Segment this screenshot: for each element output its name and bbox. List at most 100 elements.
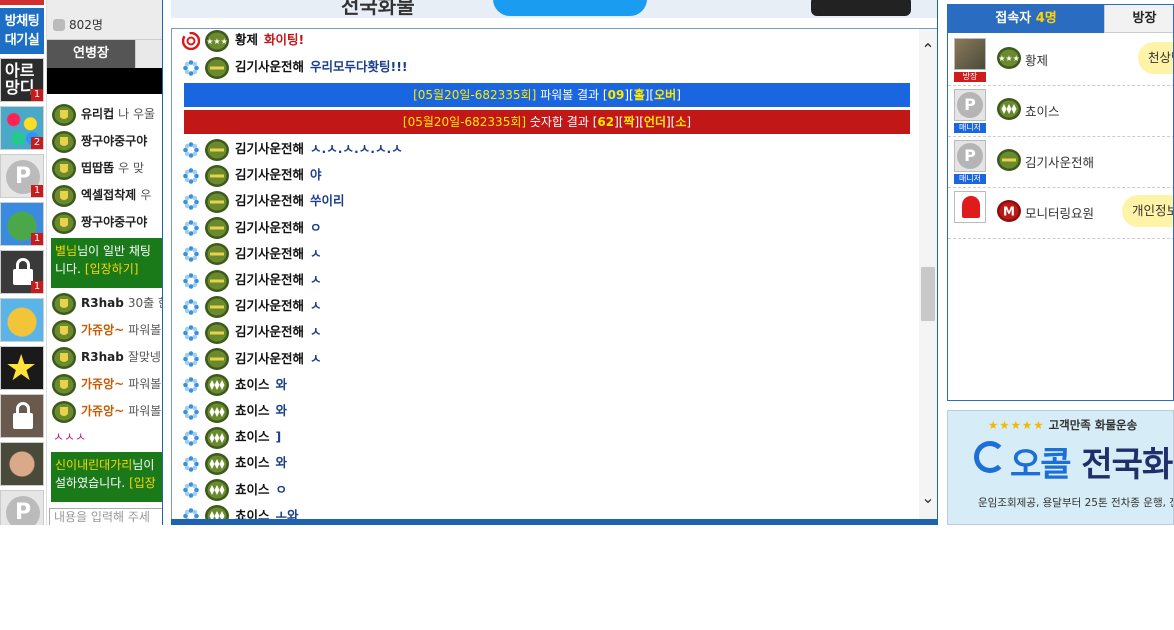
top-ad-banner[interactable]: 전국화물 bbox=[171, 0, 937, 18]
swirl-icon bbox=[182, 31, 200, 50]
chat-message-nick[interactable]: 쵸이스 bbox=[235, 403, 270, 418]
lobby-chat-input[interactable]: 내용을 입력해 주세 bbox=[49, 508, 162, 525]
chat-message-nick[interactable]: 쵸이스 bbox=[235, 455, 270, 470]
room-thumb-badge: 1 bbox=[31, 281, 43, 293]
sum-value-4: 소 bbox=[675, 115, 687, 129]
rank-avatar-icon bbox=[52, 157, 76, 180]
chat-message-nick[interactable]: 김기사운전해 bbox=[235, 141, 304, 156]
users-panel: 접속자 4명 방장 방장★★★황제천상병P매니저쵸이스P매니저김기사운전해M모니… bbox=[947, 4, 1174, 401]
waiting-room-label-line1: 방채팅 bbox=[4, 14, 40, 29]
chat-scrollbar[interactable]: ⌃ ⌄ bbox=[919, 29, 937, 519]
main-chat-panel: 전국화물 [05월20일-682335회] 파워볼 결과 [09][홀][오버]… bbox=[162, 0, 938, 525]
chat-message-row: 김기사운전해 ㅇ bbox=[182, 216, 322, 240]
chat-message-row: 김기사운전해 ㅅ bbox=[182, 320, 322, 344]
user-row[interactable]: P 매니저 쵸이스 bbox=[948, 87, 1173, 137]
room-thumb-arrow[interactable]: 아르 망디 1 bbox=[0, 58, 44, 102]
chat-message-row: 쵸이스 와 bbox=[182, 399, 287, 423]
ad-tagline: ★★★★★ 고객만족 화물운송 bbox=[988, 417, 1137, 433]
room-thumb-duck[interactable] bbox=[0, 298, 44, 342]
ad-title-part2: 전국화 bbox=[1081, 445, 1173, 485]
user-status-bubble: 천상병 bbox=[1138, 42, 1173, 74]
flower-icon bbox=[183, 272, 199, 289]
room-thumb-p[interactable]: P1 bbox=[0, 154, 44, 198]
chat-message-area[interactable]: [05월20일-682335회] 파워볼 결과 [09][홀][오버] [05월… bbox=[171, 28, 937, 520]
chat-message-nick[interactable]: 쵸이스 bbox=[235, 482, 270, 497]
rank-avatar-icon bbox=[205, 217, 229, 240]
chat-message-nick[interactable]: 김기사운전해 bbox=[235, 351, 304, 366]
rank-avatar-icon bbox=[997, 149, 1021, 171]
right-ad-banner[interactable]: ★★★★★ 고객만족 화물운송 오콜 전국화 운임조회제공, 용달부터 25톤 전… bbox=[947, 410, 1174, 525]
chat-message-nick[interactable]: 김기사운전해 bbox=[235, 193, 304, 208]
message-nick: 짱구야중구야 bbox=[81, 134, 148, 148]
user-avatar: P bbox=[954, 89, 986, 121]
app-window: 방채팅 대기실 아르 망디 1 2 P 1 1 1 ★ P 802명 연병장 유리컵 나 우울 짱구야… bbox=[0, 0, 1174, 525]
right-gap bbox=[938, 0, 946, 525]
chat-message-text: 와 bbox=[275, 455, 288, 471]
rank-avatar-icon bbox=[205, 348, 229, 371]
chat-message-row: 쵸이스 와 bbox=[182, 451, 287, 475]
chat-message-nick[interactable]: 김기사운전해 bbox=[235, 272, 304, 287]
room-thumb-face[interactable] bbox=[0, 442, 44, 486]
room-thumb-frog[interactable]: 1 bbox=[0, 202, 44, 246]
banner-number-badge bbox=[493, 0, 647, 16]
chat-message-row: 김기사운전해 야 bbox=[182, 163, 322, 187]
chat-message-nick[interactable]: 김기사운전해 bbox=[235, 246, 304, 261]
rank-avatar-icon bbox=[205, 295, 229, 318]
message-nick: 엑셀접착제 bbox=[81, 188, 137, 202]
rank-avatar-icon bbox=[205, 269, 229, 292]
rank-avatar-icon bbox=[205, 243, 229, 266]
chat-message-nick[interactable]: 쵸이스 bbox=[235, 429, 270, 444]
powerball-label: 파워볼 결과 bbox=[536, 88, 603, 102]
user-row[interactable]: M 모니터링요원 개인정보 bbox=[948, 189, 1173, 239]
notice-enter-link[interactable]: [입장하기] bbox=[85, 262, 139, 276]
notice-text: 님이 일반 채팅 bbox=[77, 244, 151, 258]
tab-users[interactable]: 접속자 4명 bbox=[948, 5, 1104, 33]
message-nick: 짱구야중구야 bbox=[81, 215, 148, 229]
scroll-thumb[interactable] bbox=[921, 267, 935, 321]
scroll-down-icon[interactable]: ⌄ bbox=[921, 490, 935, 506]
chat-message-nick[interactable]: 김기사운전해 bbox=[235, 167, 304, 182]
message-nick: R3hab bbox=[81, 296, 124, 310]
notice-enter-link[interactable]: [입장 bbox=[129, 476, 156, 490]
chat-message-nick[interactable]: 김기사운전해 bbox=[235, 220, 304, 235]
room-thumb-star[interactable]: ★ bbox=[0, 346, 44, 390]
strip-top-bar bbox=[0, 0, 44, 5]
waiting-room-label[interactable]: 방채팅 대기실 bbox=[0, 8, 44, 54]
svg-text:M: M bbox=[1003, 205, 1015, 219]
chat-message-row: ★★★ 황제 화이팅! bbox=[182, 29, 304, 52]
rank-avatar-icon bbox=[52, 373, 76, 396]
lobby-notice-entry: 별님님이 일반 채팅 니다. [입장하기] bbox=[51, 238, 162, 288]
chat-message-nick[interactable]: 쵸이스 bbox=[235, 377, 270, 392]
chat-message-text: 와 bbox=[275, 403, 288, 418]
scroll-up-icon[interactable]: ⌃ bbox=[921, 42, 935, 58]
notice-user-name: 신이내린대가리 bbox=[55, 458, 133, 472]
chat-message-text: ㅅ bbox=[310, 298, 322, 314]
tab-room-owner[interactable]: 방장 bbox=[1104, 5, 1173, 33]
chat-message-text: ] bbox=[275, 429, 282, 445]
tab-lobby[interactable]: 연병장 bbox=[47, 40, 135, 68]
chat-message-text: ㅅ bbox=[310, 272, 322, 287]
room-thumb-lock[interactable]: 1 bbox=[0, 250, 44, 294]
room-thumb-lock-photo[interactable] bbox=[0, 394, 44, 438]
chat-message-nick[interactable]: 황제 bbox=[235, 32, 258, 47]
user-name: 김기사운전해 bbox=[1025, 155, 1095, 170]
person-icon bbox=[53, 19, 65, 31]
lobby-message-row: R3hab30출 한 bbox=[51, 291, 162, 315]
chat-message-nick[interactable]: 김기사운전해 bbox=[235, 59, 304, 74]
lobby-header: 802명 bbox=[47, 0, 162, 40]
chat-message-text: 우리모두다홧팅!!! bbox=[310, 59, 408, 74]
notice-text-2: 설하였습니다. bbox=[55, 476, 126, 490]
chat-message-text: ㅅ bbox=[310, 350, 322, 366]
waiting-room-label-line2: 대기실 bbox=[4, 33, 40, 48]
room-thumb-balls[interactable]: 2 bbox=[0, 106, 44, 150]
lobby-message-row: R3hab 잘맞넹 bbox=[51, 345, 162, 369]
message-nick: 가쥬앙~ bbox=[81, 404, 125, 418]
chat-message-nick[interactable]: 김기사운전해 bbox=[235, 298, 304, 313]
tab-secondary[interactable] bbox=[135, 40, 162, 68]
chat-message-nick[interactable]: 김기사운전해 bbox=[235, 324, 304, 339]
rank-avatar-icon bbox=[52, 319, 76, 342]
sum-label: 숫자합 결과 bbox=[526, 115, 593, 129]
room-thumb-p[interactable]: P bbox=[0, 490, 44, 525]
user-row[interactable]: P 매니저 김기사운전해 bbox=[948, 138, 1173, 188]
user-row[interactable]: 방장 ★★★ 황제 천상병 bbox=[948, 36, 1173, 86]
